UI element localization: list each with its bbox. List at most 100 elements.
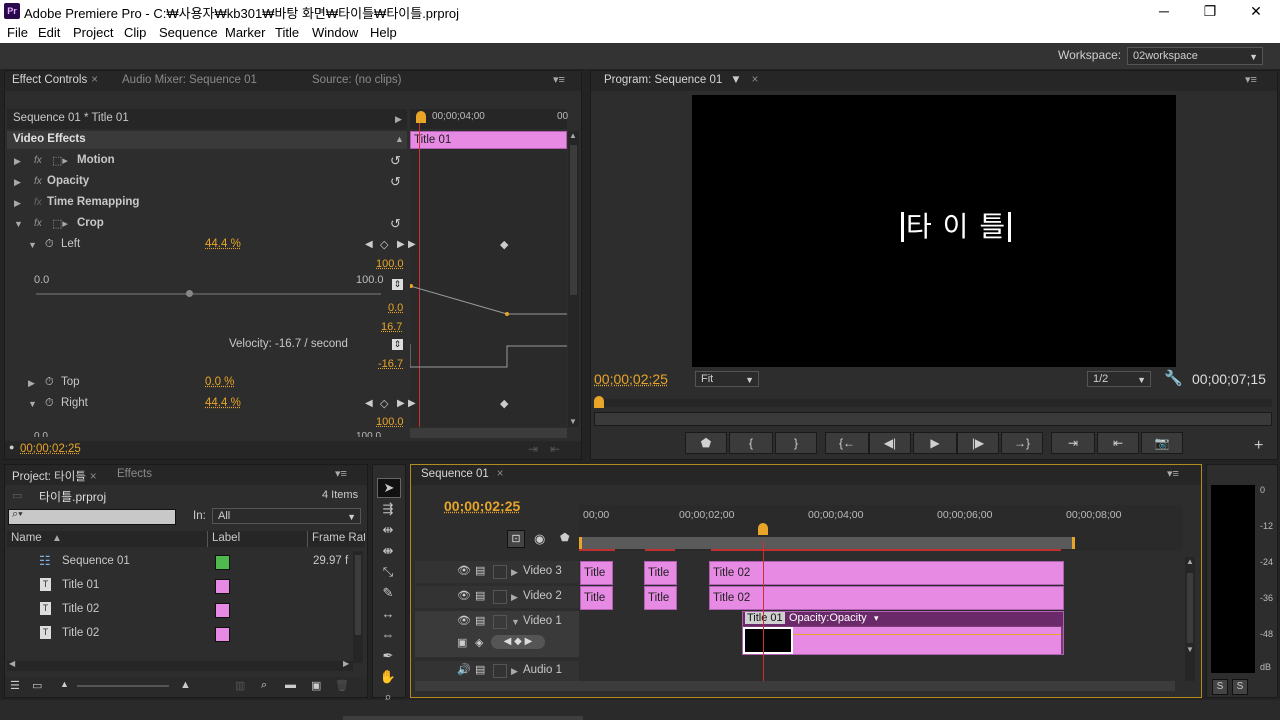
graph-toggle-icon[interactable]: ⇕ — [392, 279, 403, 290]
velocity-bottom[interactable]: -16.7 — [378, 358, 403, 370]
menu-project[interactable]: Project — [73, 25, 113, 40]
add-button-icon[interactable]: + — [1254, 437, 1263, 455]
clip-v3-title-a[interactable]: Title — [580, 561, 613, 585]
lock-toggle[interactable] — [493, 565, 507, 579]
display-style-icon[interactable]: ▣ — [457, 636, 467, 649]
collapse-icon[interactable]: ▼ — [511, 617, 520, 627]
fit-dropdown[interactable]: Fit ▼ — [695, 371, 759, 387]
stopwatch-icon[interactable]: ⏱ — [45, 238, 54, 251]
program-video-frame[interactable]: 타 이 틀 — [692, 95, 1176, 367]
velocity-top[interactable]: 16.7 — [381, 321, 402, 333]
timeline-horizontal-scrollbar[interactable] — [415, 681, 1175, 691]
column-label[interactable]: Label — [212, 532, 240, 544]
panel-menu-icon[interactable]: ▾≡ — [335, 467, 347, 480]
scroll-thumb[interactable] — [355, 555, 361, 635]
chevron-down-icon[interactable]: ▼ — [730, 74, 741, 86]
new-bin-icon[interactable]: ▬ — [285, 679, 296, 691]
close-button[interactable]: ✕ — [1233, 0, 1279, 22]
eye-icon[interactable]: 👁 — [457, 589, 471, 602]
panel-menu-icon[interactable]: ▾≡ — [1167, 467, 1179, 480]
label-swatch[interactable] — [215, 603, 230, 618]
slide-tool-icon[interactable]: ⇔ — [377, 626, 399, 644]
expand-icon[interactable]: ▶ — [511, 592, 518, 603]
next-keyframe-icon[interactable]: ▶ — [397, 398, 405, 409]
reset-icon[interactable]: ↺ — [390, 174, 401, 190]
ec-footer-timecode[interactable]: 00;00;02;25 — [20, 443, 81, 455]
velocity-toggle-icon[interactable]: ⇕ — [392, 339, 403, 350]
collapse-up-icon[interactable]: ▲ — [395, 134, 404, 144]
go-to-out-button[interactable]: →} — [1001, 432, 1043, 454]
prev-keyframe-icon[interactable]: ◀ — [365, 239, 373, 250]
step-forward-button[interactable]: |▶ — [957, 432, 999, 454]
next-keyframe-icon[interactable]: ▶ — [397, 239, 405, 250]
mark-out-button[interactable]: } — [775, 432, 817, 454]
tab-audio-mixer[interactable]: Audio Mixer: Sequence 01 — [122, 74, 257, 86]
panel-menu-icon[interactable]: ▾≡ — [553, 73, 565, 86]
wrench-icon[interactable]: 🔧 — [1164, 369, 1183, 387]
ec-playhead-handle[interactable] — [416, 111, 426, 123]
mark-in-button[interactable]: { — [729, 432, 773, 454]
tab-sequence[interactable]: Sequence 01 × — [421, 468, 504, 480]
collapse-icon[interactable]: ▼ — [14, 219, 23, 229]
collapse-icon[interactable]: ▼ — [28, 399, 37, 409]
scroll-right-icon[interactable]: ▶ — [343, 659, 349, 668]
program-timecode[interactable]: 00;00;02;25 — [594, 371, 668, 387]
graph-bottom-value[interactable]: 0.0 — [388, 302, 403, 314]
track-select-tool-icon[interactable]: ⇶ — [377, 500, 399, 518]
menu-title[interactable]: Title — [275, 25, 299, 40]
collapse-icon[interactable]: ▼ — [28, 240, 37, 250]
expand-icon[interactable]: ▶ — [511, 567, 518, 578]
set-encore-marker-icon[interactable]: ◉ — [534, 531, 545, 547]
graph-top-value[interactable]: 100.0 — [376, 258, 404, 270]
program-playhead-handle[interactable] — [594, 396, 604, 408]
scroll-left-icon[interactable]: ◀ — [9, 659, 15, 668]
label-swatch[interactable] — [215, 555, 230, 570]
selection-tool-icon[interactable]: ➤ — [377, 478, 401, 498]
crop-right-value[interactable]: 44.4 % — [205, 397, 241, 409]
chevron-down-icon[interactable]: ▾ — [874, 613, 879, 624]
opacity-rubberband[interactable] — [793, 634, 1061, 635]
add-marker-icon[interactable]: ⬟ — [560, 531, 570, 544]
keyframe-icon[interactable]: ◆ — [500, 238, 508, 251]
film-icon[interactable]: ▤ — [475, 564, 485, 577]
snap-icon[interactable]: ⊡ — [507, 530, 525, 548]
clip-v1-opacity-menu[interactable]: Opacity:Opacity — [789, 612, 867, 624]
scroll-thumb[interactable] — [570, 145, 577, 295]
timeline-playhead-handle[interactable] — [758, 523, 768, 535]
workspace-dropdown[interactable]: 02workspace ▼ — [1127, 47, 1263, 65]
prev-keyframe-icon[interactable]: ◀ — [365, 398, 373, 409]
filter-icon[interactable]: ⇤ — [550, 442, 560, 456]
automate-icon[interactable]: ▥ — [235, 679, 245, 692]
right-graph-top[interactable]: 100.0 — [376, 416, 404, 428]
film-icon[interactable]: ▤ — [475, 589, 485, 602]
lock-toggle[interactable] — [493, 590, 507, 604]
project-row-title-02b[interactable]: T Title 02 — [7, 623, 351, 645]
minimize-button[interactable]: ─ — [1141, 0, 1187, 22]
program-scrubber[interactable] — [594, 396, 1272, 408]
hand-tool-icon[interactable]: ✋ — [377, 668, 399, 686]
timeline-ruler[interactable]: 00;00 00;00;02;00 00;00;04;00 00;00;06;0… — [579, 505, 1183, 551]
close-icon[interactable]: × — [90, 471, 97, 483]
tab-program[interactable]: Program: Sequence 01 ▼ × — [604, 74, 758, 86]
column-name[interactable]: Name — [11, 532, 42, 544]
effect-motion[interactable]: ▶ fx ⬚▸ Motion ↺ — [7, 152, 407, 172]
close-icon[interactable]: × — [497, 468, 504, 480]
ripple-edit-tool-icon[interactable]: ⇹ — [377, 521, 399, 539]
label-swatch[interactable] — [215, 627, 230, 642]
column-frame-rate[interactable]: Frame Rat — [312, 532, 365, 544]
reset-icon[interactable]: ↺ — [390, 153, 401, 169]
scroll-down-icon[interactable]: ▼ — [569, 417, 577, 426]
film-icon[interactable]: ▤ — [475, 614, 485, 627]
slip-tool-icon[interactable]: ↔ — [377, 605, 399, 623]
expand-right-icon[interactable]: ▶ — [395, 114, 402, 125]
solo-right-button[interactable]: S — [1232, 679, 1248, 695]
in-dropdown[interactable]: All ▼ — [212, 508, 361, 524]
close-icon[interactable]: × — [752, 74, 759, 86]
expand-icon[interactable]: ▶ — [28, 378, 35, 389]
export-frame-button[interactable]: 📷 — [1141, 432, 1183, 454]
icon-view-icon[interactable]: ▭ — [32, 679, 42, 692]
menu-clip[interactable]: Clip — [124, 25, 146, 40]
ec-ruler[interactable]: 00;00;04;00 00 — [410, 109, 568, 129]
effect-opacity[interactable]: ▶ fx Opacity ↺ — [7, 173, 407, 193]
rate-stretch-tool-icon[interactable]: ⤡ — [377, 563, 399, 581]
